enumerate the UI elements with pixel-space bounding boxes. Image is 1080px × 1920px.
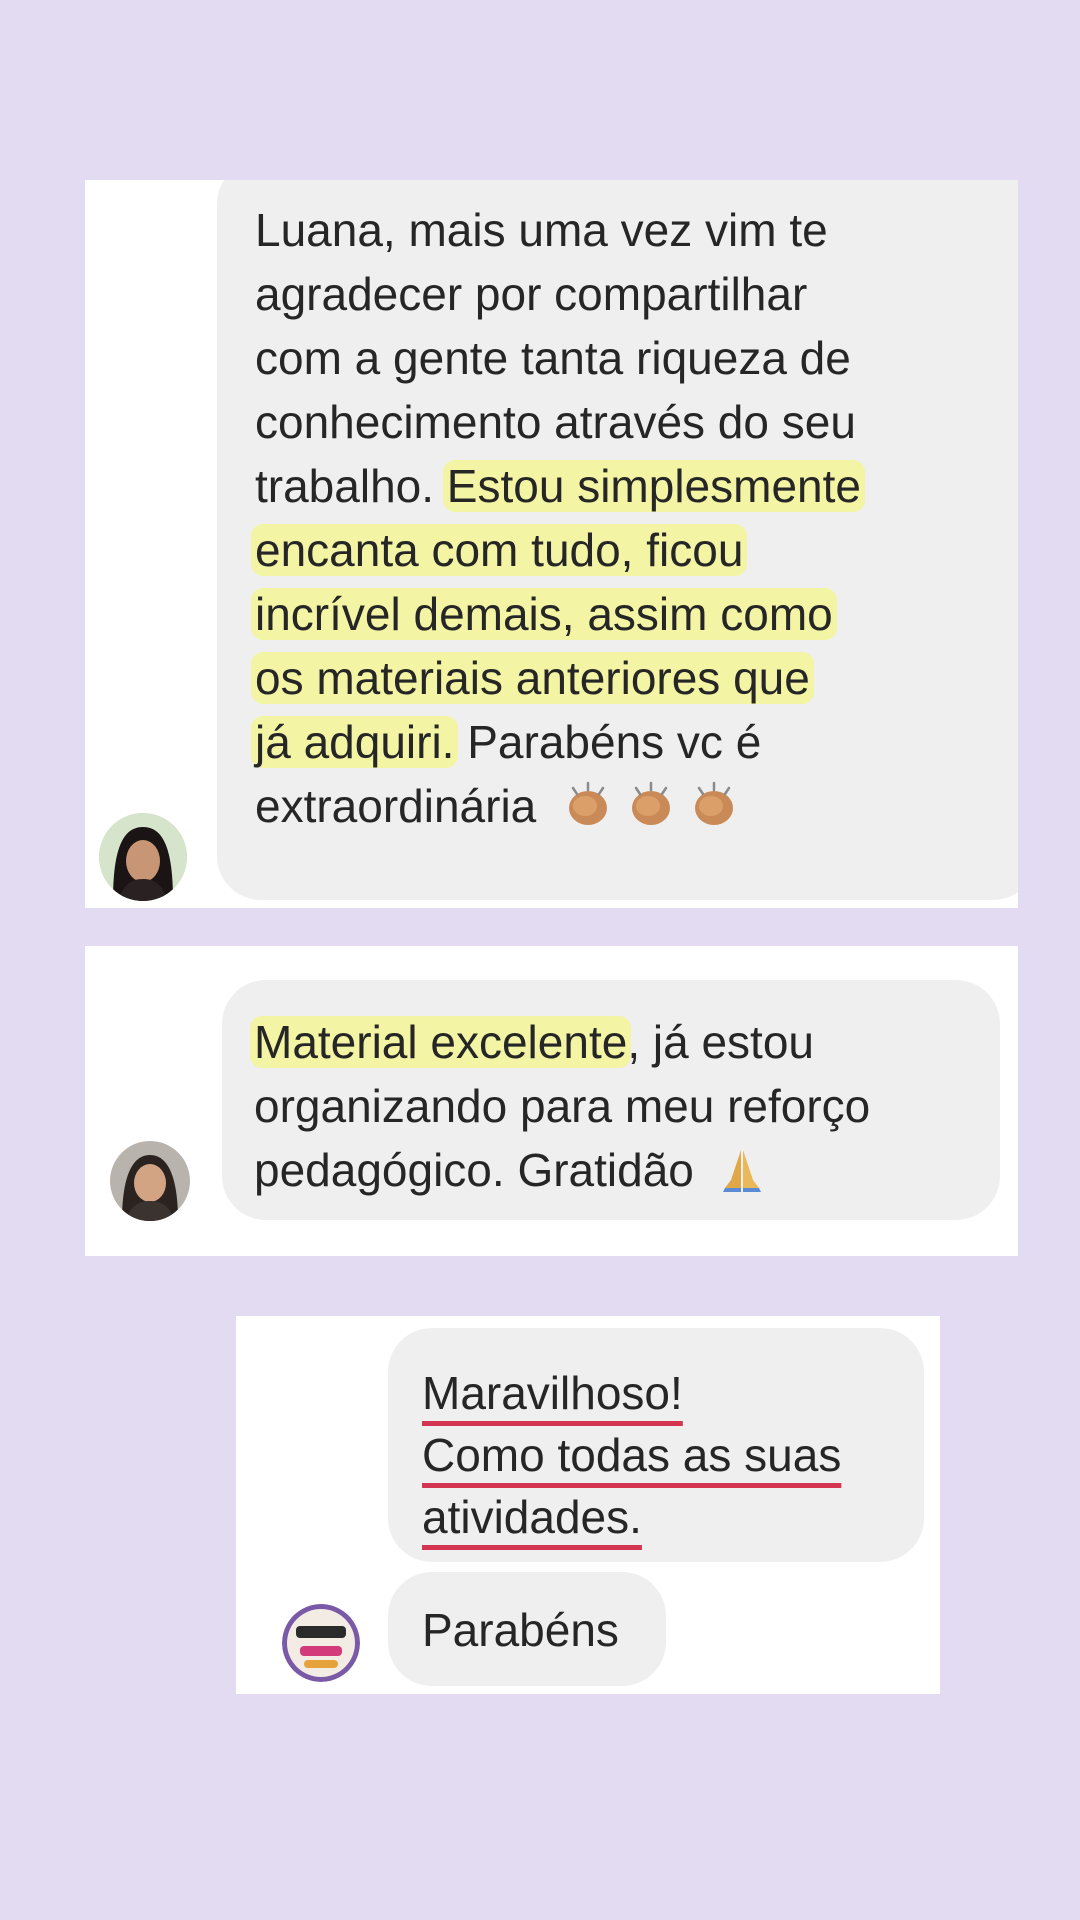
avatar <box>282 1604 360 1682</box>
message-bubble: Material excelente, já estou organizando… <box>222 980 1000 1220</box>
reply-bubble: Parabéns <box>388 1572 666 1686</box>
message-line: os materiais anteriores que <box>251 646 1018 710</box>
highlighted-text: Estou simplesmente <box>442 460 865 512</box>
underlined-text: atividades. <box>422 1491 642 1543</box>
avatar <box>99 813 187 901</box>
clapping-hands-icon <box>563 780 739 832</box>
message-bubble: Maravilhoso! Como todas as suas atividad… <box>388 1328 924 1562</box>
avatar <box>110 1141 190 1221</box>
message-line: Luana, mais uma vez vim te <box>255 204 828 256</box>
message-line: organizando para meu reforço <box>254 1080 871 1132</box>
message-line: agradecer por compartilhar <box>255 268 808 320</box>
message-line: com a gente tanta riqueza de <box>255 332 851 384</box>
testimonial-card-3: Maravilhoso! Como todas as suas atividad… <box>236 1316 940 1694</box>
highlighted-text: já adquiri. <box>251 716 459 768</box>
message-bubble: Luana, mais uma vez vim te agradecer por… <box>217 180 1018 900</box>
highlighted-text: encanta com tudo, ficou <box>251 524 748 576</box>
message-line: extraordinária <box>255 774 1018 838</box>
folded-hands-icon <box>717 1144 767 1196</box>
message-line: incrível demais, assim como <box>251 582 1018 646</box>
message-line: conhecimento através do seu <box>255 396 856 448</box>
underlined-text: Maravilhoso! <box>422 1367 683 1419</box>
message-line: trabalho. Estou simplesmente <box>255 454 1018 518</box>
reply-text: Parabéns <box>422 1604 619 1656</box>
highlighted-text: os materiais anteriores que <box>251 652 814 704</box>
highlighted-text: incrível demais, assim como <box>251 588 837 640</box>
message-line: encanta com tudo, ficou <box>251 518 1018 582</box>
underlined-text: Como todas as suas <box>422 1429 842 1481</box>
message-line: pedagógico. Gratidão <box>254 1138 1000 1202</box>
testimonial-card-1: Luana, mais uma vez vim te agradecer por… <box>85 180 1018 908</box>
highlighted-text: Material excelente <box>250 1016 632 1068</box>
message-line: Material excelente, já estou <box>250 1010 1000 1074</box>
message-line: já adquiri. Parabéns vc é <box>251 710 1018 774</box>
testimonial-card-2: Material excelente, já estou organizando… <box>85 946 1018 1256</box>
